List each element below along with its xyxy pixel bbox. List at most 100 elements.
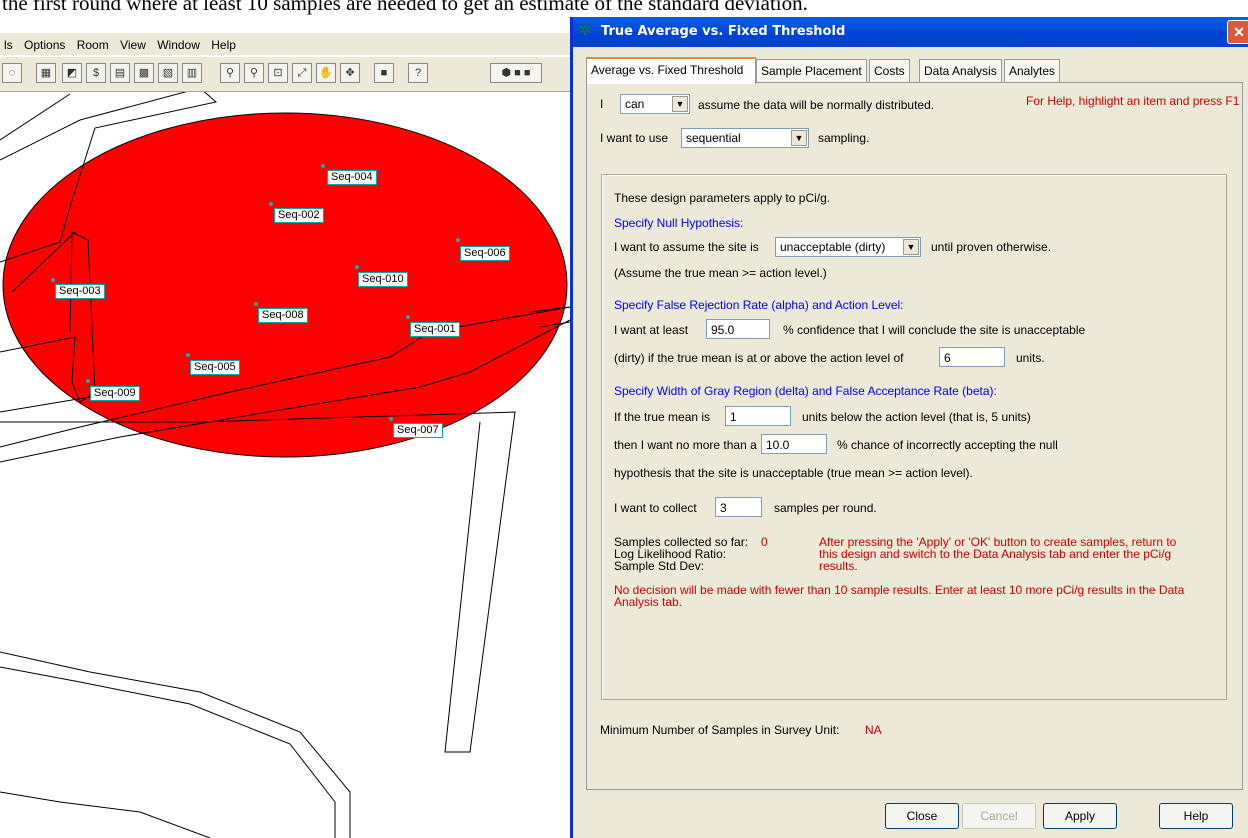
after-message-line-2: this design and switch to the Data Analy…	[819, 547, 1172, 561]
confidence-text: % confidence that I will conclude the si…	[783, 323, 1086, 337]
sample-label[interactable]: Seq-005	[190, 360, 240, 375]
sample-label[interactable]: Seq-010	[358, 272, 408, 287]
sample-point[interactable]	[406, 315, 410, 319]
sample-label[interactable]: Seq-006	[460, 246, 510, 261]
tab-average-vs-fixed-threshold[interactable]: Average vs. Fixed Threshold	[586, 57, 756, 84]
below-text: units below the action level (that is, 5…	[802, 410, 1031, 424]
report-icon[interactable]: ▧	[158, 63, 178, 83]
sample-point[interactable]	[321, 164, 325, 168]
sampling-value: sequential	[686, 131, 741, 145]
action-level-input[interactable]: 6	[939, 347, 1005, 367]
cancel-button[interactable]: Cancel	[962, 803, 1036, 829]
sample-label[interactable]: Seq-002	[274, 208, 324, 223]
sample-point[interactable]	[51, 278, 55, 282]
chevron-down-icon[interactable]: ▼	[903, 239, 919, 255]
dirty-text: (dirty) if the true mean is at or above …	[614, 351, 904, 365]
no-more-label: then I want no more than a	[614, 438, 757, 452]
shapes-toolbar-icon[interactable]: ⬢ ■ ■	[490, 63, 542, 83]
help-pointer-icon[interactable]: ?	[408, 63, 428, 83]
toolbar: ◌ ▦ ◩ $ ▤ ▩ ▧ ▥ ⚲ ⚲ ⊡ ⤢ ✋ ✥ ■ ? ⬢ ■ ■	[0, 57, 575, 92]
sample-point[interactable]	[186, 353, 190, 357]
menu-options[interactable]: Options	[20, 33, 69, 52]
units-text: units.	[1016, 351, 1045, 365]
per-round-text: samples per round.	[774, 501, 877, 515]
sample-label[interactable]: Seq-008	[258, 308, 308, 323]
sample-point[interactable]	[269, 202, 273, 206]
stop-icon[interactable]: ■	[374, 63, 394, 83]
dialog-titlebar[interactable]: ✲ True Average vs. Fixed Threshold ✕	[573, 17, 1248, 47]
menu-bar: ls Options Room View Window Help	[0, 33, 575, 55]
confidence-input[interactable]: 95.0	[706, 319, 770, 339]
app-icon: ✲	[579, 22, 592, 39]
delta-input[interactable]: 1	[725, 406, 791, 426]
table-icon[interactable]: ▤	[110, 63, 130, 83]
move-icon[interactable]: ✥	[340, 63, 360, 83]
sample-label[interactable]: Seq-004	[327, 170, 377, 185]
true-average-dialog: ✲ True Average vs. Fixed Threshold ✕ Ave…	[570, 17, 1248, 838]
assume-site-label: I want to assume the site is	[614, 240, 759, 254]
sample-point[interactable]	[254, 302, 258, 306]
std-dev-label: Sample Std Dev:	[614, 559, 705, 573]
assume-dropdown[interactable]: can ▼	[620, 94, 690, 114]
menu-room[interactable]: Room	[73, 33, 113, 52]
samples-per-round-input[interactable]: 3	[715, 497, 762, 517]
decision-message-line-2: Analysis tab.	[614, 595, 683, 609]
close-icon[interactable]: ✕	[1227, 20, 1248, 44]
help-hint: For Help, highlight an item and press F1	[1026, 94, 1240, 108]
zoom-extents-icon[interactable]: ◌	[2, 63, 22, 83]
alpha-heading: Specify False Rejection Rate (alpha) and…	[614, 298, 904, 312]
decision-message-line-1: No decision will be made with fewer than…	[614, 583, 1185, 597]
menu-tools[interactable]: ls	[0, 33, 17, 52]
collect-label: I want to collect	[614, 501, 697, 515]
beta-input[interactable]: 10.0	[761, 434, 827, 454]
chevron-down-icon[interactable]: ▼	[672, 96, 688, 112]
cost-icon[interactable]: $	[86, 63, 106, 83]
sample-label[interactable]: Seq-003	[55, 284, 105, 299]
tab-costs[interactable]: Costs	[869, 59, 910, 82]
menu-view[interactable]: View	[116, 33, 150, 52]
assume-mean-text: (Assume the true mean >= action level.)	[614, 266, 827, 280]
layers-icon[interactable]: ▥	[182, 63, 202, 83]
chevron-down-icon[interactable]: ▼	[791, 130, 807, 146]
grid-icon[interactable]: ▩	[134, 63, 154, 83]
menu-window[interactable]: Window	[153, 33, 204, 52]
zoom-full-icon[interactable]: ⤢	[292, 63, 312, 83]
map-view[interactable]: Seq-004 Seq-002 Seq-006 Seq-010 Seq-003 …	[0, 92, 570, 838]
help-button[interactable]: Help	[1159, 803, 1233, 829]
assume-text: assume the data will be normally distrib…	[698, 98, 935, 112]
sample-point[interactable]	[355, 265, 359, 269]
apply-button[interactable]: Apply	[1043, 803, 1117, 829]
sampling-text: sampling.	[818, 131, 870, 145]
tab-data-analysis[interactable]: Data Analysis	[919, 59, 1002, 82]
delta-heading: Specify Width of Gray Region (delta) and…	[614, 384, 997, 398]
zoom-box-icon[interactable]: ⊡	[268, 63, 288, 83]
sample-point[interactable]	[86, 379, 90, 383]
tab-analytes[interactable]: Analytes	[1004, 59, 1061, 82]
tab-sample-placement[interactable]: Sample Placement	[756, 59, 867, 82]
null-hypothesis-heading: Specify Null Hypothesis:	[614, 216, 744, 230]
chart-icon[interactable]: ◩	[62, 63, 82, 83]
zoom-in-icon[interactable]: ⚲	[220, 63, 240, 83]
zoom-out-icon[interactable]: ⚲	[244, 63, 264, 83]
at-least-label: I want at least	[614, 323, 689, 337]
map-icon[interactable]: ▦	[36, 63, 56, 83]
true-mean-label: If the true mean is	[614, 410, 711, 424]
sample-label[interactable]: Seq-007	[393, 423, 443, 438]
menu-help[interactable]: Help	[207, 33, 240, 52]
sampling-dropdown[interactable]: sequential ▼	[681, 128, 809, 148]
pan-hand-icon[interactable]: ✋	[316, 63, 336, 83]
dialog-title: True Average vs. Fixed Threshold	[601, 24, 846, 39]
min-samples-value: NA	[865, 723, 882, 737]
sample-label[interactable]: Seq-001	[410, 322, 460, 337]
document-text: the first round where at least 10 sample…	[2, 0, 808, 15]
site-status-dropdown[interactable]: unacceptable (dirty) ▼	[775, 237, 921, 257]
sample-label[interactable]: Seq-009	[90, 386, 140, 401]
close-button[interactable]: Close	[885, 803, 959, 829]
sample-point[interactable]	[389, 417, 393, 421]
map-canvas	[0, 92, 570, 838]
site-status-value: unacceptable (dirty)	[780, 240, 886, 254]
hypothesis-text: hypothesis that the site is unacceptable…	[614, 466, 973, 480]
min-samples-label: Minimum Number of Samples in Survey Unit…	[600, 723, 840, 737]
i-label: I	[600, 97, 604, 111]
sample-point[interactable]	[456, 238, 460, 242]
